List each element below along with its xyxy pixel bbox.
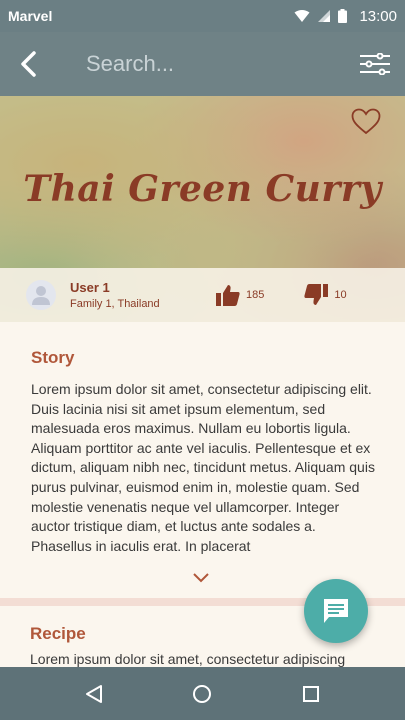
nav-recents-icon [302, 685, 319, 702]
thumbs-up-icon [216, 285, 240, 306]
nav-home-button[interactable] [182, 674, 222, 714]
chat-fab[interactable] [304, 579, 368, 643]
avatar-person-icon [32, 286, 50, 305]
story-text: Lorem ipsum dolor sit amet, consectetur … [31, 381, 375, 554]
story-section: Story Lorem ipsum dolor sit amet, consec… [0, 322, 405, 598]
chat-icon [324, 599, 348, 623]
nav-home-icon [193, 684, 212, 703]
filter-button[interactable] [345, 32, 405, 96]
clock: 13:00 [359, 7, 397, 25]
carrier-name: Marvel [8, 8, 53, 24]
hero-image: Thai Green Curry User 1 Family 1, Thaila… [0, 96, 405, 322]
search-input[interactable]: Search... [56, 51, 345, 77]
user-name[interactable]: User 1 [70, 280, 210, 295]
favorite-button[interactable] [351, 108, 381, 140]
nav-back-icon [86, 684, 103, 703]
user-location: Family 1, Thailand [70, 298, 160, 310]
battery-icon [338, 9, 348, 23]
thumbs-down-icon [304, 284, 329, 305]
avatar[interactable] [26, 280, 56, 310]
wifi-icon [294, 10, 310, 22]
expand-story-button[interactable] [190, 570, 212, 589]
back-arrow-icon [21, 51, 36, 77]
recipe-text: Lorem ipsum dolor sit amet, consectetur … [30, 651, 346, 667]
nav-recents-button[interactable] [291, 674, 331, 714]
system-nav-bar [0, 667, 405, 720]
user-bar: User 1 Family 1, Thailand 185 10 [0, 268, 405, 322]
back-button[interactable] [0, 32, 56, 96]
nav-back-button[interactable] [74, 674, 114, 714]
like-count: 185 [246, 289, 265, 301]
chevron-down-icon [193, 573, 209, 583]
signal-icon [318, 10, 331, 22]
filter-sliders-icon [360, 53, 390, 75]
story-heading: Story [31, 348, 75, 367]
dislike-count: 10 [334, 289, 347, 301]
heart-icon [351, 108, 381, 135]
like-button[interactable]: 185 [216, 284, 264, 306]
app-bar: Search... [0, 32, 405, 96]
status-icons: 13:00 [294, 8, 397, 25]
user-info: User 1 Family 1, Thailand [70, 280, 210, 310]
dislike-button[interactable]: 10 [304, 284, 347, 306]
recipe-title: Thai Green Curry [23, 168, 382, 210]
status-bar: Marvel 13:00 [0, 0, 405, 32]
